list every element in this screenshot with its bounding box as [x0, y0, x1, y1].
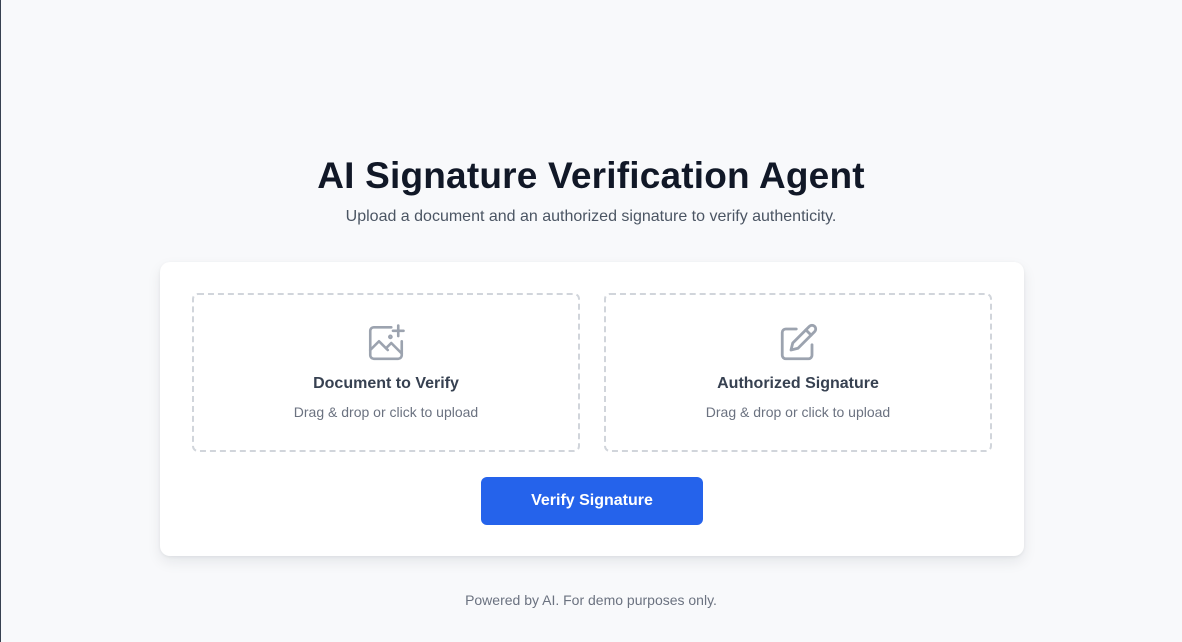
window-edge [0, 0, 1, 642]
document-dropzone-title: Document to Verify [313, 375, 459, 392]
footer-note: Powered by AI. For demo purposes only. [465, 592, 717, 608]
document-dropzone[interactable]: Document to Verify Drag & drop or click … [192, 293, 580, 452]
pencil-square-icon [780, 323, 818, 361]
verify-signature-button[interactable]: Verify Signature [481, 477, 703, 525]
document-dropzone-hint: Drag & drop or click to upload [293, 404, 479, 420]
image-plus-icon [368, 324, 405, 361]
signature-dropzone[interactable]: Authorized Signature Drag & drop or clic… [604, 293, 992, 452]
signature-dropzone-hint: Drag & drop or click to upload [705, 404, 891, 420]
signature-dropzone-title: Authorized Signature [717, 375, 879, 392]
page-title: AI Signature Verification Agent [317, 155, 865, 196]
page-header: AI Signature Verification Agent Upload a… [0, 150, 1182, 228]
upload-card: Document to Verify Drag & drop or click … [160, 262, 1024, 556]
page-subtitle: Upload a document and an authorized sign… [345, 208, 837, 225]
